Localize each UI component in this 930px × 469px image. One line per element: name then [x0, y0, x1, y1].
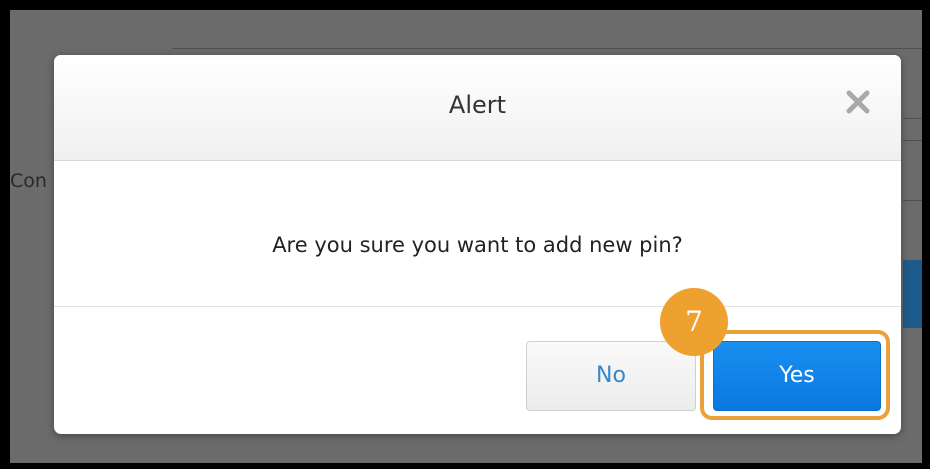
background-button [903, 260, 922, 328]
close-button[interactable] [841, 85, 875, 119]
step-number-badge: 7 [660, 288, 728, 356]
close-icon [841, 90, 875, 123]
dialog-body: Are you sure you want to add new pin? [54, 161, 901, 307]
background-divider [903, 200, 922, 201]
dialog-header: Alert [54, 55, 901, 161]
background-field-label: Con [10, 170, 47, 192]
background-divider [903, 118, 922, 119]
dialog-title: Alert [448, 91, 507, 119]
no-button[interactable]: No [526, 341, 696, 411]
background-divider [172, 48, 922, 49]
screenshot-frame: Con Alert Are you sure you want to add n… [0, 0, 930, 469]
dialog-message: Are you sure you want to add new pin? [272, 233, 683, 257]
background-divider [903, 140, 922, 141]
yes-button-highlight [700, 330, 890, 420]
